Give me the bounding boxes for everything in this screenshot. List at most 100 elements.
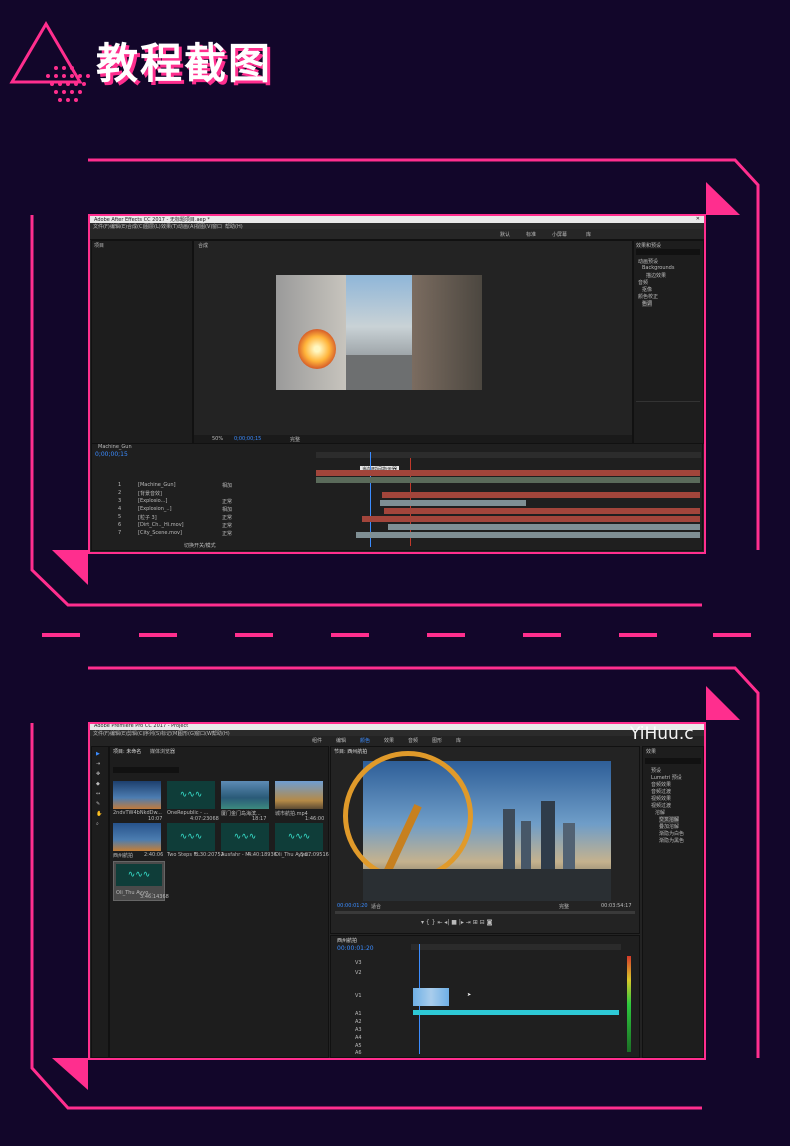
layer-bar[interactable] (382, 492, 700, 498)
workspace-editing[interactable]: 编辑 (336, 737, 346, 744)
layer-bar[interactable] (388, 524, 700, 530)
program-scrubber[interactable] (335, 911, 635, 914)
sequence-timecode[interactable]: 00:00:01:20 (337, 945, 374, 952)
layer-mode[interactable]: 正常 (222, 498, 232, 505)
audio-waveform-icon[interactable]: ∿∿∿ (221, 823, 269, 851)
layer-mode[interactable]: 相加 (222, 506, 232, 513)
project-tab[interactable]: 项目 (94, 242, 104, 249)
program-tab[interactable]: 节目: 西州航拍 (334, 748, 367, 755)
effects-item[interactable]: 音频过渡 (651, 788, 671, 795)
layer-bar[interactable] (316, 470, 700, 476)
bin-thumb[interactable] (113, 823, 161, 851)
effects-item[interactable]: Lumetri 预设 (651, 774, 682, 781)
timeline-timecode[interactable]: 0;00;00;15 (95, 451, 128, 458)
effects-item[interactable]: 预设 (651, 767, 661, 774)
track-label-a3[interactable]: A3 (355, 1027, 362, 1033)
selection-tool-icon[interactable]: ▶ (96, 751, 100, 757)
layer-name[interactable]: [Machine_Gun] (138, 482, 176, 488)
workspace-assembly[interactable]: 组件 (312, 737, 322, 744)
effects-item[interactable]: 颜色校正 (638, 293, 658, 300)
effects-item[interactable]: 渐隐为黑色 (659, 837, 684, 844)
track-label-a4[interactable]: A4 (355, 1035, 362, 1041)
viewer-time[interactable]: 0;00;00;15 (234, 436, 261, 442)
layer-name[interactable]: [City_Scene.mov] (138, 530, 182, 536)
layer-bar[interactable] (316, 477, 700, 483)
timeline-tab[interactable]: Machine_Gun (98, 444, 132, 450)
effects-item[interactable]: 抠像 (642, 286, 652, 293)
workspace-effects[interactable]: 效果 (384, 737, 394, 744)
toggle-switches-modes[interactable]: 切换开关/模式 (184, 542, 216, 549)
workspace-small[interactable]: 小屏幕 (552, 231, 567, 238)
track-label-a6[interactable]: A6 (355, 1050, 362, 1056)
track-label-v1[interactable]: V1 (355, 993, 362, 999)
workspace-standard[interactable]: 标准 (526, 231, 536, 238)
layer-name[interactable]: [Dirt_Ch.._Hi.mov] (138, 522, 184, 528)
workspace-color[interactable]: 颜色 (360, 737, 370, 744)
layer-name[interactable]: [Explosio...] (138, 498, 167, 504)
track-label-a2[interactable]: A2 (355, 1019, 362, 1025)
pen-tool-icon[interactable]: ✎ (96, 801, 100, 807)
bin-selected[interactable]: ∿∿∿ Oli_Thu Ayyo... 3:46:14368 (113, 861, 169, 901)
effects-item[interactable]: 叠加溶解 (659, 823, 679, 830)
sequence-tab[interactable]: 西州航拍 (337, 937, 357, 944)
fit-select[interactable]: 适合 (371, 903, 381, 910)
track-label-a1[interactable]: A1 (355, 1011, 362, 1017)
bin-thumb[interactable] (221, 781, 269, 809)
layer-bar[interactable] (384, 508, 700, 514)
track-label-v2[interactable]: V2 (355, 970, 362, 976)
audio-waveform-icon[interactable]: ∿∿∿ (275, 823, 323, 851)
effects-item[interactable]: 溶解 (655, 809, 665, 816)
effects-item[interactable]: 动画预设 (638, 258, 658, 265)
close-icon[interactable]: ✕ (696, 216, 700, 222)
track-label-a5[interactable]: A5 (355, 1043, 362, 1049)
time-ruler[interactable] (316, 452, 701, 458)
layer-name[interactable]: [背景音效] (138, 490, 162, 497)
program-current-time[interactable]: 00:00:01:20 (337, 903, 368, 909)
bin-thumb[interactable] (275, 781, 323, 809)
ripple-edit-tool-icon[interactable]: ✥ (96, 771, 100, 777)
workspace-audio[interactable]: 音频 (408, 737, 418, 744)
layer-mode[interactable]: 正常 (222, 530, 232, 537)
quality-select[interactable]: 完整 (290, 436, 300, 443)
transport-controls[interactable]: ▾ { } ⇤ ◂| ■ |▸ ⇥ ⊞ ⊟ ◙ (421, 919, 492, 926)
workspace-libraries[interactable]: 库 (456, 737, 461, 744)
layer-mode[interactable]: 正常 (222, 522, 232, 529)
effects-item-selected[interactable]: 色调 (642, 300, 653, 307)
sequence-ruler[interactable] (411, 944, 621, 950)
effects-item[interactable]: 描边效果 (646, 272, 666, 279)
workspace-graphics[interactable]: 图形 (432, 737, 442, 744)
audio-clip[interactable] (413, 1010, 619, 1015)
video-clip[interactable] (413, 988, 449, 1006)
project-tab[interactable]: 项目: 未命名 (113, 748, 141, 755)
project-search-input[interactable] (113, 767, 179, 773)
hand-tool-icon[interactable]: ✋ (96, 811, 102, 817)
track-label-v3[interactable]: V3 (355, 960, 362, 966)
layer-name[interactable]: [Explosion_..] (138, 506, 172, 512)
layer-bar[interactable] (362, 516, 700, 522)
effects-item[interactable]: 视频过渡 (651, 802, 671, 809)
bin-thumb[interactable] (113, 781, 161, 809)
layer-mode[interactable]: 相加 (222, 482, 232, 489)
zoom-tool-icon[interactable]: ⌕ (96, 821, 99, 827)
effects-item[interactable]: 视频效果 (651, 795, 671, 802)
layer-bar[interactable] (380, 500, 526, 506)
effects-search-input[interactable] (636, 249, 700, 255)
quality-select[interactable]: 完整 (559, 903, 569, 910)
media-browser-tab[interactable]: 媒体浏览器 (150, 748, 175, 755)
composition-tab[interactable]: 合成 (198, 242, 208, 249)
workspace-default[interactable]: 默认 (500, 231, 510, 238)
audio-waveform-icon[interactable]: ∿∿∿ (167, 823, 215, 851)
effects-item-selected[interactable]: 交叉溶解 (659, 816, 680, 823)
layer-name[interactable]: [粒子 3] (138, 514, 157, 521)
effects-item[interactable]: Backgrounds (642, 265, 674, 271)
effects-item[interactable]: 音频 (638, 279, 648, 286)
effects-search-input[interactable] (645, 758, 701, 764)
zoom-select[interactable]: 50% (212, 436, 223, 442)
effects-item[interactable]: 音频效果 (651, 781, 671, 788)
razor-tool-icon[interactable]: ◆ (96, 781, 100, 787)
slip-tool-icon[interactable]: ↔ (96, 791, 100, 797)
track-select-tool-icon[interactable]: ⇥ (96, 761, 100, 767)
workspace-library[interactable]: 库 (586, 231, 591, 238)
layer-mode[interactable]: 正常 (222, 514, 232, 521)
audio-waveform-icon[interactable]: ∿∿∿ (167, 781, 215, 809)
